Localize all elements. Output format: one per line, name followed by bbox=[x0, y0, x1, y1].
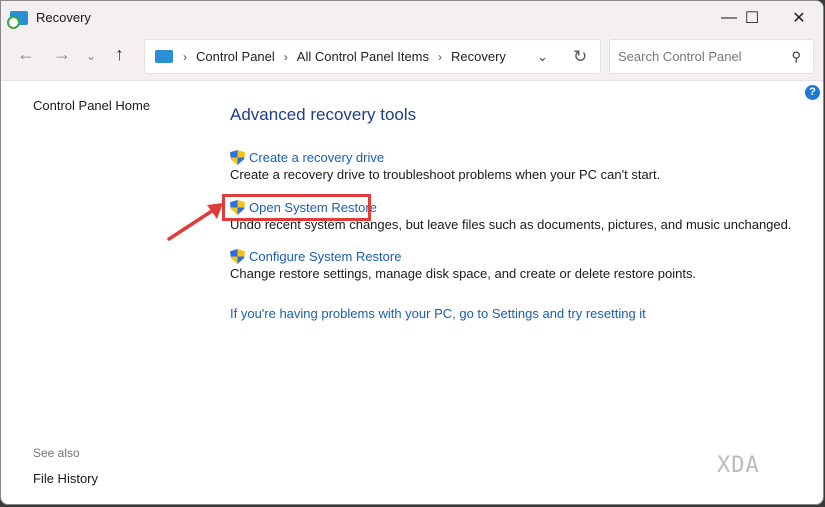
highlight-box bbox=[222, 194, 371, 221]
search-input[interactable]: Search Control Panel ⚲ bbox=[609, 39, 814, 74]
task-configure-system-restore: Configure System Restore Change restore … bbox=[230, 249, 696, 281]
chevron-down-icon[interactable]: ⌄ bbox=[537, 49, 548, 65]
task-create-recovery-drive: Create a recovery drive Create a recover… bbox=[230, 150, 660, 182]
task-description: Create a recovery drive to troubleshoot … bbox=[230, 167, 661, 182]
refresh-icon[interactable]: ↻ bbox=[573, 47, 587, 67]
title-bar: Recovery — ☐ ✕ bbox=[1, 1, 823, 34]
address-bar[interactable]: › Control Panel › All Control Panel Item… bbox=[144, 39, 601, 74]
maximize-button[interactable]: ☐ bbox=[729, 1, 775, 34]
up-arrow-icon[interactable]: ↑ bbox=[115, 44, 124, 65]
uac-shield-icon bbox=[230, 249, 245, 264]
recovery-window: Recovery — ☐ ✕ ← → ⌄ ↑ › Control Panel ›… bbox=[0, 0, 824, 505]
control-panel-home-link[interactable]: Control Panel Home bbox=[33, 98, 150, 113]
recent-chevron-icon[interactable]: ⌄ bbox=[86, 49, 96, 63]
see-also-label: See also bbox=[33, 446, 80, 460]
recovery-app-icon bbox=[7, 10, 28, 29]
forward-arrow-icon[interactable]: → bbox=[53, 44, 71, 65]
window-title: Recovery bbox=[36, 10, 91, 25]
chevron-right-icon: › bbox=[183, 49, 187, 64]
annotation-arrow-icon bbox=[167, 203, 223, 241]
back-arrow-icon[interactable]: ← bbox=[17, 44, 35, 65]
control-panel-icon bbox=[155, 50, 173, 63]
link-label: Create a recovery drive bbox=[249, 150, 385, 165]
breadcrumb-control-panel[interactable]: Control Panel bbox=[196, 49, 275, 64]
reset-pc-link[interactable]: If you're having problems with your PC, … bbox=[230, 306, 646, 321]
create-recovery-drive-link[interactable]: Create a recovery drive bbox=[230, 150, 660, 165]
help-icon[interactable]: ? bbox=[805, 85, 820, 100]
uac-shield-icon bbox=[230, 150, 245, 165]
task-description: Change restore settings, manage disk spa… bbox=[230, 266, 697, 281]
search-icon[interactable]: ⚲ bbox=[791, 49, 801, 65]
breadcrumb-all-items[interactable]: All Control Panel Items bbox=[297, 49, 429, 64]
configure-system-restore-link[interactable]: Configure System Restore bbox=[230, 249, 696, 264]
xda-watermark: XDA bbox=[717, 453, 760, 478]
chevron-right-icon: › bbox=[438, 49, 443, 64]
chevron-right-icon: › bbox=[283, 49, 288, 64]
link-label: Configure System Restore bbox=[249, 249, 402, 264]
search-placeholder: Search Control Panel bbox=[618, 49, 742, 64]
file-history-link[interactable]: File History bbox=[33, 471, 98, 486]
close-button[interactable]: ✕ bbox=[776, 1, 822, 34]
breadcrumb-recovery[interactable]: Recovery bbox=[451, 49, 506, 64]
page-heading: Advanced recovery tools bbox=[230, 105, 417, 124]
